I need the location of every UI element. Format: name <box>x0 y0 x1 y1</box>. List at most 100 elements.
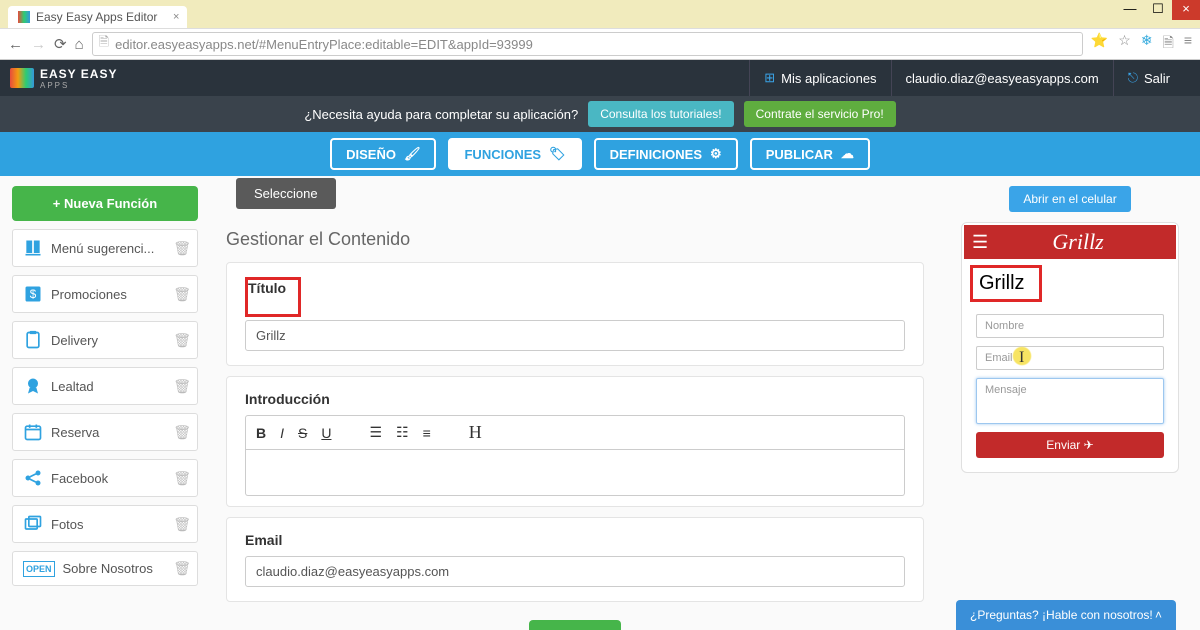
logo[interactable]: EASY EASY APPS <box>10 67 117 90</box>
bookmark-icon[interactable]: ⭐ <box>1091 32 1108 56</box>
address-bar: ← → ⟳ ⌂ 🗎 editor.easyeasyapps.net/#MenuE… <box>0 28 1200 60</box>
sidebar-item-fotos[interactable]: Fotos🗑 <box>12 505 198 543</box>
bold-button[interactable]: B <box>256 425 266 441</box>
promo-text: ¿Necesita ayuda para completar su aplica… <box>304 107 578 122</box>
window-close[interactable]: × <box>1172 0 1200 20</box>
reload-icon[interactable]: ⟳ <box>54 35 67 53</box>
user-email-link[interactable]: claudio.diaz@easyeasyapps.com <box>891 60 1113 96</box>
tab-design[interactable]: DISEÑO🖌 <box>330 138 436 170</box>
underline-button[interactable]: U <box>321 425 331 441</box>
tab-definitions[interactable]: DEFINICIONES⚙ <box>594 138 738 170</box>
url-text: editor.easyeasyapps.net/#MenuEntryPlace:… <box>115 37 533 52</box>
grid-icon: ⊞ <box>764 70 775 86</box>
calendar-icon <box>23 422 43 442</box>
phone-email-input[interactable]: Email <box>976 346 1164 370</box>
tab-favicon <box>18 11 30 23</box>
sidebar-item-delivery[interactable]: Delivery🗑 <box>12 321 198 359</box>
page-icon: 🗎 <box>99 33 109 55</box>
sidebar-item-promociones[interactable]: $Promociones🗑 <box>12 275 198 313</box>
send-icon: ✈ <box>1084 438 1094 452</box>
help-chat-bar[interactable]: ¿Preguntas? ¡Hable con nosotros! ˄ <box>956 600 1176 630</box>
gear-icon: ⚙ <box>710 146 722 162</box>
clipboard-icon <box>23 330 43 350</box>
logo-icon <box>10 68 34 88</box>
strike-button[interactable]: S <box>298 425 307 441</box>
back-icon[interactable]: ← <box>8 36 23 53</box>
menu-icon[interactable]: ≡ <box>1184 32 1192 56</box>
list-ol-button[interactable]: ☷ <box>396 424 409 441</box>
heading-button[interactable]: H <box>469 422 482 443</box>
window-maximize[interactable]: ☐ <box>1144 0 1172 20</box>
book-icon <box>23 238 43 258</box>
sidebar-item-menu[interactable]: Menú sugerenci...🗑 <box>12 229 198 267</box>
intro-editor[interactable] <box>245 450 905 496</box>
trash-icon[interactable]: 🗑 <box>173 378 191 395</box>
titulo-input[interactable] <box>245 320 905 351</box>
open-icon: OPEN <box>23 561 55 577</box>
promo-bar: ¿Necesita ayuda para completar su aplica… <box>0 96 1200 132</box>
forward-icon[interactable]: → <box>31 36 46 53</box>
tab-functions[interactable]: FUNCIONES🏷 <box>448 138 581 170</box>
logout-link[interactable]: ⎋ Salir <box>1113 60 1184 96</box>
tab-title: Easy Easy Apps Editor <box>36 10 157 24</box>
sidebar-item-reserva[interactable]: Reserva🗑 <box>12 413 198 451</box>
align-button[interactable]: ≡ <box>423 425 431 441</box>
open-phone-button[interactable]: Abrir en el celular <box>1009 186 1130 212</box>
phone-send-button[interactable]: Enviar ✈ <box>976 432 1164 458</box>
trash-icon[interactable]: 🗑 <box>173 240 191 257</box>
my-apps-link[interactable]: ⊞ Mis aplicaciones <box>749 60 890 96</box>
star-outline-icon[interactable]: ☆ <box>1118 32 1131 56</box>
dollar-icon: $ <box>23 284 43 304</box>
app-header: EASY EASY APPS ⊞ Mis aplicaciones claudi… <box>0 60 1200 96</box>
sidebar-item-lealtad[interactable]: Lealtad🗑 <box>12 367 198 405</box>
url-input[interactable]: 🗎 editor.easyeasyapps.net/#MenuEntryPlac… <box>92 32 1083 56</box>
intro-label: Introducción <box>245 391 905 407</box>
seleccione-tab[interactable]: Seleccione <box>236 178 336 209</box>
trash-icon[interactable]: 🗑 <box>173 286 191 303</box>
trash-icon[interactable]: 🗑 <box>173 516 191 533</box>
phone-message-input[interactable]: Mensaje <box>976 378 1164 424</box>
window-minimize[interactable]: — <box>1116 0 1144 20</box>
brand-sub: APPS <box>40 81 117 90</box>
trash-icon[interactable]: 🗑 <box>173 560 191 577</box>
trash-icon[interactable]: 🗑 <box>173 470 191 487</box>
tutorials-button[interactable]: Consulta los tutoriales! <box>588 101 733 127</box>
brush-icon: 🖌 <box>404 146 421 162</box>
trash-icon[interactable]: 🗑 <box>173 332 191 349</box>
toolbar: DISEÑO🖌 FUNCIONES🏷 DEFINICIONES⚙ PUBLICA… <box>0 132 1200 176</box>
sidebar-item-facebook[interactable]: Facebook🗑 <box>12 459 198 497</box>
email-input[interactable] <box>245 556 905 587</box>
share-icon <box>23 468 43 488</box>
close-icon[interactable]: × <box>173 11 179 23</box>
logout-icon: ⎋ <box>1128 70 1138 86</box>
phone-title: Grillz <box>970 265 1042 302</box>
italic-button[interactable]: I <box>280 425 284 441</box>
save-button[interactable]: Guardar <box>529 620 621 630</box>
main-panel: Seleccione Gestionar el Contenido Título… <box>210 176 940 630</box>
pro-button[interactable]: Contrate el servicio Pro! <box>744 101 896 127</box>
tab-strip: Easy Easy Apps Editor × — ☐ × <box>0 0 1200 28</box>
tab-publish[interactable]: PUBLICAR☁ <box>750 138 870 170</box>
photos-icon <box>23 514 43 534</box>
tag-icon: 🏷 <box>549 146 566 162</box>
brand-top: EASY EASY <box>40 67 117 81</box>
phone-brand: Grillz <box>988 229 1168 255</box>
section-title: Gestionar el Contenido <box>226 229 924 250</box>
phone-name-input[interactable]: Nombre <box>976 314 1164 338</box>
trash-icon[interactable]: 🗑 <box>173 424 191 441</box>
titulo-label: Título <box>248 280 286 296</box>
sidebar-item-sobre-nosotros[interactable]: OPENSobre Nosotros🗑 <box>12 551 198 586</box>
svg-text:$: $ <box>30 288 37 301</box>
browser-tab[interactable]: Easy Easy Apps Editor × <box>8 6 187 28</box>
phone-header: ☰ Grillz <box>964 225 1176 259</box>
page-icon[interactable]: 🗎 <box>1163 32 1174 56</box>
new-function-button[interactable]: + Nueva Función <box>12 186 198 221</box>
cloud-upload-icon: ☁ <box>841 146 854 162</box>
menu-icon[interactable]: ☰ <box>972 232 988 253</box>
text-cursor-icon: I <box>1019 349 1024 367</box>
ext-icon[interactable]: ❄ <box>1141 32 1153 56</box>
home-icon[interactable]: ⌂ <box>75 36 84 53</box>
chevron-up-icon: ˄ <box>1155 608 1162 622</box>
list-ul-button[interactable]: ☰ <box>369 424 382 441</box>
award-icon <box>23 376 43 396</box>
